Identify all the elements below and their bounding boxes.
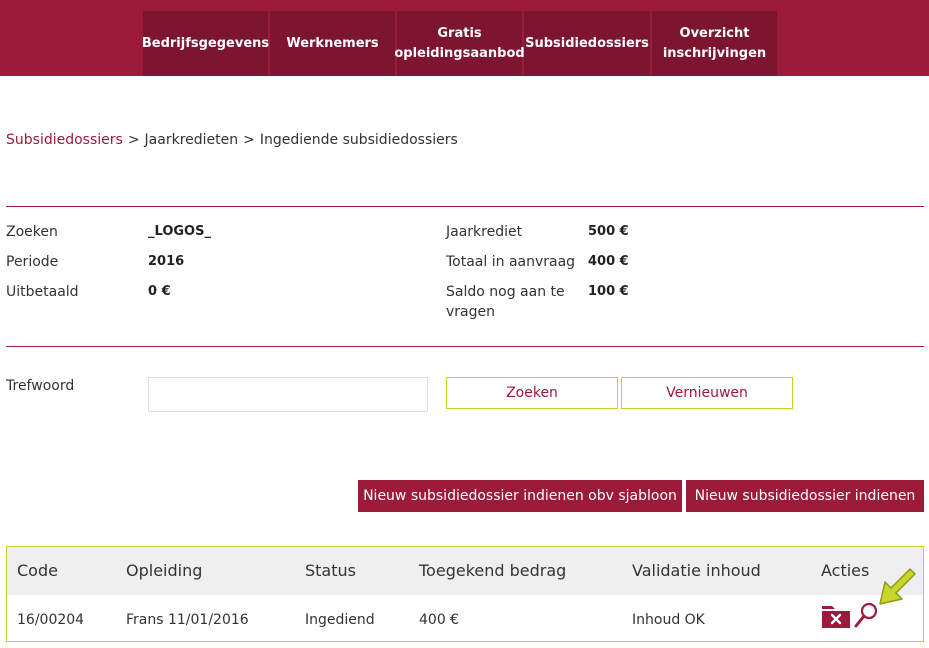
main-nav: Bedrijfsgegevens Werknemers Gratis oplei… — [142, 11, 777, 76]
highlight-arrow-icon — [879, 568, 916, 605]
header-validatie: Validatie inhoud — [632, 561, 761, 580]
jaarkrediet-value: 500 € — [588, 224, 629, 239]
breadcrumb-separator: > — [243, 132, 255, 148]
cell-bedrag: 400 € — [419, 612, 460, 628]
breadcrumb-separator: > — [127, 132, 140, 148]
periode-label: Periode — [6, 254, 59, 270]
cell-validatie: Inhoud OK — [632, 612, 705, 628]
totaal-label: Totaal in aanvraag — [446, 254, 576, 270]
uitbetaald-label: Uitbetaald — [6, 284, 79, 300]
uitbetaald-value: 0 € — [148, 284, 171, 299]
cell-code: 16/00204 — [17, 612, 85, 628]
header-status: Status — [305, 561, 356, 580]
nav-item-gratis-opleidingsaanbod[interactable]: Gratis opleidingsaanbod — [394, 11, 525, 76]
divider-bottom — [6, 346, 924, 347]
trefwoord-label: Trefwoord — [6, 378, 75, 394]
periode-value: 2016 — [148, 254, 185, 269]
zoeken-label: Zoeken — [6, 224, 58, 240]
dossier-table: Code Opleiding Status Toegekend bedrag V… — [6, 546, 924, 642]
cell-status: Ingediend — [305, 612, 375, 628]
header-acties: Acties — [821, 561, 870, 580]
breadcrumb-item-jaarkredieten: Jaarkredieten — [144, 132, 239, 148]
nav-item-bedrijfsgegevens[interactable]: Bedrijfsgegevens — [142, 11, 269, 76]
delete-folder-icon[interactable] — [821, 603, 851, 629]
breadcrumb-link-subsidiedossiers[interactable]: Subsidiedossiers — [6, 132, 123, 148]
cell-opleiding: Frans 11/01/2016 — [126, 612, 249, 628]
zoeken-value: _LOGOS_ — [148, 224, 211, 239]
trefwoord-input[interactable] — [148, 377, 428, 412]
breadcrumb-item-current: Ingediende subsidiedossiers — [259, 132, 458, 148]
header-code: Code — [17, 561, 58, 580]
vernieuwen-button[interactable]: Vernieuwen — [621, 377, 793, 409]
nav-item-overzicht-inschrijvingen[interactable]: Overzicht inschrijvingen — [652, 11, 777, 76]
zoeken-button[interactable]: Zoeken — [446, 377, 618, 409]
saldo-value: 100 € — [588, 284, 629, 299]
header-opleiding: Opleiding — [126, 561, 203, 580]
breadcrumb: Subsidiedossiers > Jaarkredieten > Ingediend… — [6, 132, 458, 148]
nav-item-werknemers[interactable]: Werknemers — [270, 11, 395, 76]
header-bedrag: Toegekend bedrag — [419, 561, 567, 580]
new-dossier-button[interactable]: Nieuw subsidiedossier indienen — [686, 480, 924, 512]
saldo-label: Saldo nog aan te vragen — [446, 284, 565, 320]
divider-top — [6, 206, 924, 207]
jaarkrediet-label: Jaarkrediet — [446, 224, 523, 240]
new-dossier-template-button[interactable]: Nieuw subsidiedossier indienen obv sjabl… — [358, 480, 682, 512]
totaal-value: 400 € — [588, 254, 629, 269]
top-bar: Bedrijfsgegevens Werknemers Gratis oplei… — [0, 0, 929, 76]
nav-item-subsidiedossiers[interactable]: Subsidiedossiers — [524, 11, 650, 76]
